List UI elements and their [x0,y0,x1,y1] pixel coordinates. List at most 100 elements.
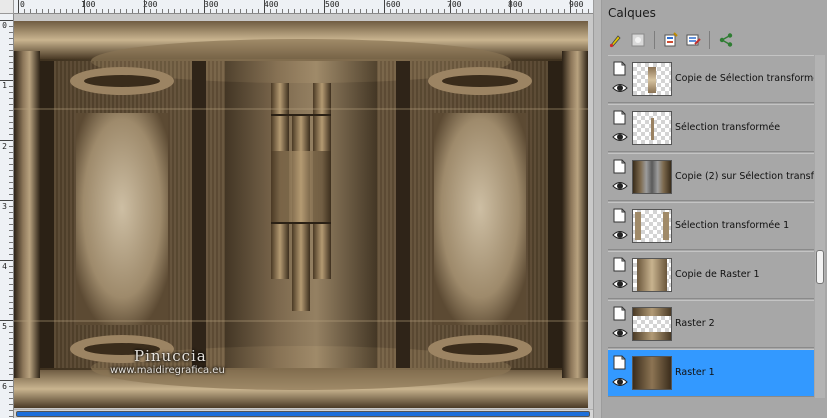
panel-title: Calques [608,6,656,20]
ruler-label-v5: 5 [2,322,7,331]
ruler-tick [414,9,415,13]
ruler-label-200: 200 [143,0,158,9]
layer-row[interactable]: Sélection transformée 1 [608,202,814,250]
ruler-tick [228,9,229,13]
ruler-tick [282,9,283,13]
raster-layer-icon[interactable] [613,159,626,174]
artwork-canvas[interactable]: Pinuccia www.maidiregrafica.eu [14,21,588,408]
ruler-tick [180,9,181,13]
ruler-tick [9,26,13,27]
edit-layer-icon[interactable] [683,30,703,50]
ruler-tick [9,182,13,183]
ruler-tick [48,9,49,13]
ruler-tick [534,9,535,13]
ruler-tick [450,0,451,13]
ruler-tick [24,9,25,13]
layer-row-selected[interactable]: Raster 1 [608,349,814,397]
ruler-tick [210,9,211,13]
raster-layer-icon[interactable] [613,355,626,370]
ruler-tick [204,0,205,13]
ruler-tick [9,272,13,273]
eye-icon[interactable] [612,277,628,291]
ruler-tick [402,9,403,13]
layer-row[interactable]: Sélection transformée [608,104,814,152]
ruler-tick [9,392,13,393]
ruler-tick [9,308,13,309]
ruler-tick [336,9,337,13]
ruler-tick [9,74,13,75]
ruler-tick [9,92,13,93]
artwork-image [14,21,588,408]
ruler-tick [522,9,523,13]
ruler-tick [9,164,13,165]
ruler-tick [9,236,13,237]
raster-layer-icon[interactable] [613,208,626,223]
ruler-tick [9,278,13,279]
ruler-tick [9,104,13,105]
mask-icon[interactable] [628,30,648,50]
layer-row[interactable]: Raster 2 [608,300,814,348]
ruler-tick [564,9,565,13]
ruler-tick [9,404,13,405]
ruler-tick [9,374,13,375]
layers-scrollbar-thumb[interactable] [816,250,824,284]
eye-icon[interactable] [612,326,628,340]
layer-row[interactable]: Copie (2) sur Sélection transformée [608,153,814,201]
ruler-tick [9,350,13,351]
ruler-tick [9,230,13,231]
ruler-label-900: 900 [569,0,584,9]
ruler-tick [9,134,13,135]
ruler-label-500: 500 [325,0,340,9]
ruler-tick [102,9,103,13]
raster-layer-icon[interactable] [613,110,626,125]
layer-row[interactable]: Copie de Sélection transformée [608,55,814,103]
ruler-tick [432,9,433,13]
ruler-tick [570,0,571,13]
panel-splitter[interactable] [593,0,602,418]
raster-layer-icon[interactable] [613,257,626,272]
ruler-tick [9,248,13,249]
ruler-tick [9,284,13,285]
raster-layer-icon[interactable] [613,61,626,76]
ruler-tick [444,9,445,13]
ruler-tick [360,9,361,13]
layer-name: Raster 2 [675,318,715,329]
horizontal-ruler[interactable]: 0 100 200 300 400 500 600 700 800 900 [14,0,593,14]
layer-name: Copie de Raster 1 [675,269,760,280]
ruler-tick [300,9,301,13]
layer-properties-icon[interactable] [661,30,681,50]
layers-scrollbar[interactable] [815,55,825,398]
ruler-tick [9,122,13,123]
ruler-label-v6: 6 [2,382,7,391]
ruler-label-v2: 2 [2,142,7,151]
ruler-tick [9,152,13,153]
ruler-tick [492,9,493,13]
brush-icon[interactable] [606,30,626,50]
ruler-tick [9,116,13,117]
ruler-tick [426,9,427,13]
ruler-tick [108,9,109,13]
eye-icon[interactable] [612,130,628,144]
eye-icon[interactable] [612,228,628,242]
ruler-tick [384,0,385,13]
eye-icon[interactable] [612,179,628,193]
ruler-tick [252,9,253,13]
ruler-tick [9,188,13,189]
ruler-tick [9,410,13,411]
horizontal-scrollbar[interactable] [14,409,593,418]
layer-row[interactable]: Copie de Raster 1 [608,251,814,299]
eye-icon[interactable] [612,81,628,95]
vertical-ruler[interactable]: 0 1 2 3 4 5 6 [0,14,14,418]
raster-layer-icon[interactable] [613,306,626,321]
ruler-tick [264,0,265,13]
ruler-tick [9,368,13,369]
eye-icon[interactable] [612,375,628,389]
ruler-corner [0,0,14,14]
ruler-tick [486,9,487,13]
ruler-label-v4: 4 [2,262,7,271]
ruler-tick [84,0,85,13]
ruler-tick [294,9,295,13]
share-icon[interactable] [716,30,736,50]
ruler-tick [114,9,115,13]
horizontal-scrollbar-thumb[interactable] [16,411,590,417]
